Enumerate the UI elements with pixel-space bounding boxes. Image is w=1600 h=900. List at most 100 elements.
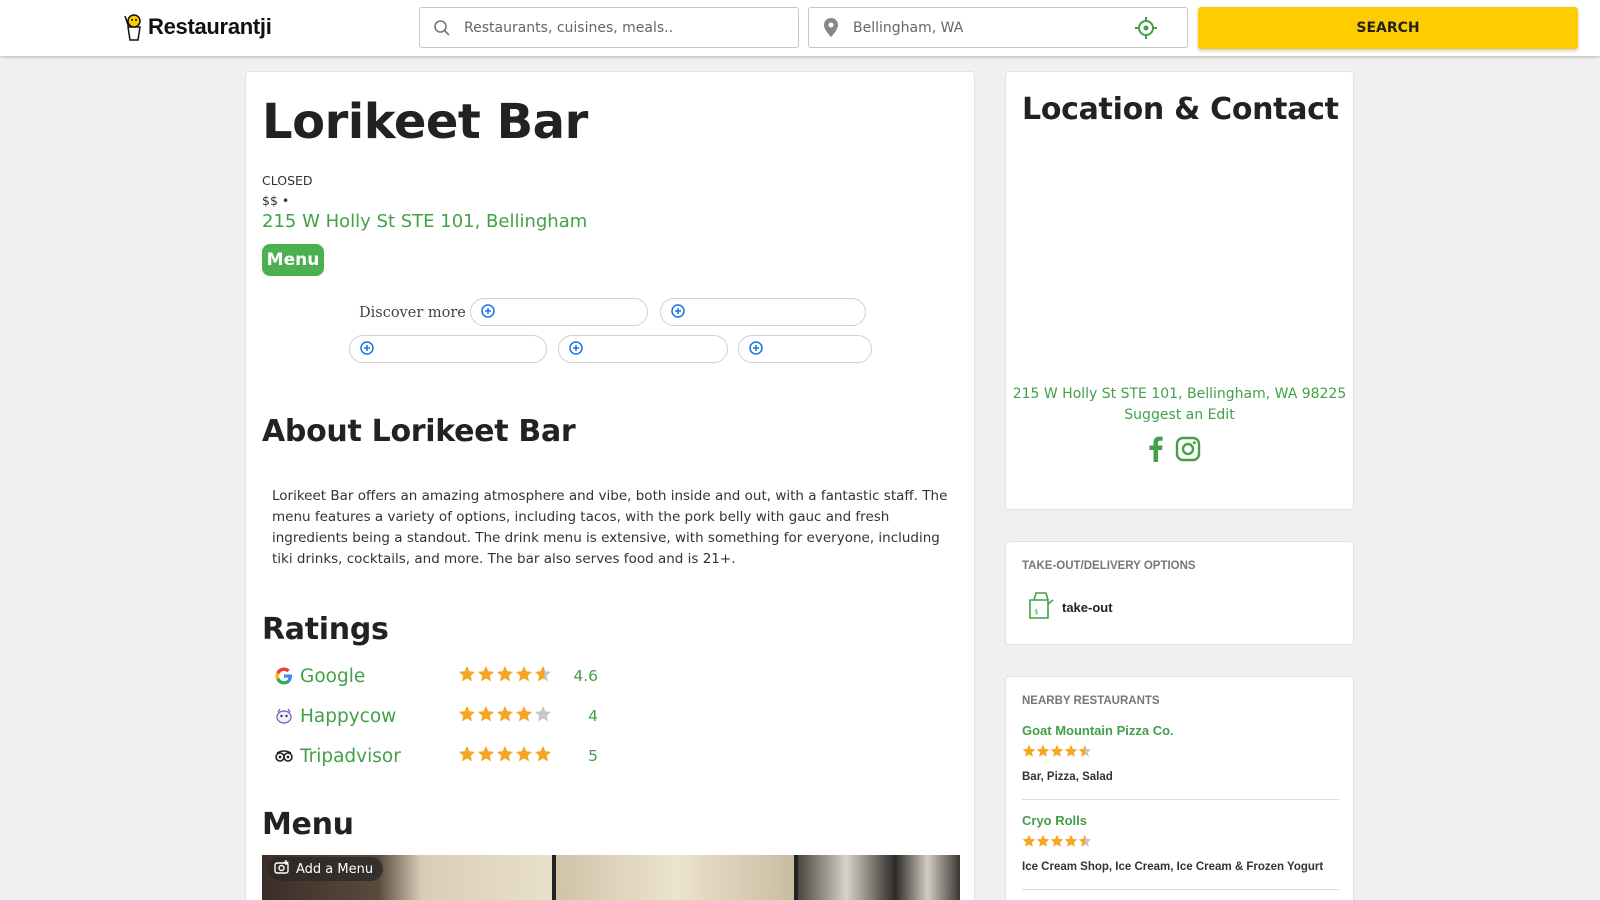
- plus-circle-icon: [749, 340, 763, 359]
- star-full-icon: [1036, 743, 1050, 762]
- star-full-icon: [477, 705, 495, 727]
- rating-row-happycow[interactable]: Happycow 4: [272, 701, 612, 731]
- location-contact-card: Location & Contact 215 W Holly St STE 10…: [1005, 71, 1354, 510]
- nearby-restaurant-name[interactable]: Goat Mountain Pizza Co.: [1022, 723, 1339, 738]
- about-heading: About Lorikeet Bar: [262, 414, 576, 449]
- nearby-list-item[interactable]: Goat Mountain Pizza Co. Bar, Pizza, Sala…: [1022, 723, 1339, 800]
- rating-value: 4.6: [573, 667, 598, 685]
- address-link[interactable]: 215 W Holly St STE 101, Bellingham: [262, 211, 587, 232]
- takeout-option: $ take-out: [1026, 590, 1113, 624]
- nearby-categories: Bar, Pizza, Salad: [1022, 771, 1113, 783]
- plus-circle-icon: [360, 340, 374, 359]
- star-full-icon: [458, 705, 476, 727]
- star-full-icon: [458, 665, 476, 687]
- star-full-icon: [515, 705, 533, 727]
- nearby-restaurant-name[interactable]: Cryo Rolls: [1022, 813, 1339, 828]
- star-rating: [458, 745, 558, 767]
- search-placeholder: Restaurants, cuisines, meals..: [464, 19, 674, 36]
- rating-row-google[interactable]: Google 4.6: [272, 661, 612, 691]
- nearby-restaurants-card: NEARBY RESTAURANTS Goat Mountain Pizza C…: [1005, 676, 1354, 900]
- social-links: [1149, 436, 1201, 466]
- site-logo[interactable]: Restaurantji: [122, 10, 272, 44]
- star-rating: [1022, 743, 1339, 762]
- star-full-icon: [515, 665, 533, 687]
- discover-pill[interactable]: [558, 335, 728, 363]
- rating-source: Tripadvisor: [300, 745, 401, 767]
- location-input[interactable]: Bellingham, WA: [808, 7, 1188, 48]
- star-full-icon: [515, 745, 533, 767]
- instagram-icon[interactable]: [1175, 436, 1201, 466]
- star-full-icon: [458, 745, 476, 767]
- star-full-icon: [496, 705, 514, 727]
- takeout-option-label: take-out: [1062, 599, 1113, 615]
- current-location-icon[interactable]: [1135, 17, 1157, 43]
- list-divider: [1022, 799, 1339, 800]
- add-menu-button[interactable]: Add a Menu: [268, 857, 384, 881]
- google-icon: [272, 664, 296, 688]
- location-heading: Location & Contact: [1022, 92, 1339, 127]
- discover-more-label: Discover more: [359, 305, 466, 321]
- discover-pill[interactable]: [470, 298, 648, 326]
- nearby-list-item[interactable]: Cryo Rolls Ice Cream Shop, Ice Cream, Ic…: [1022, 813, 1339, 890]
- list-divider: [1022, 889, 1339, 890]
- search-icon: [420, 8, 464, 47]
- star-partial-icon: [1078, 743, 1092, 762]
- takeout-section-label: TAKE-OUT/DELIVERY OPTIONS: [1022, 560, 1196, 572]
- star-full-icon: [1064, 743, 1078, 762]
- plus-circle-icon: [569, 340, 583, 359]
- search-button[interactable]: SEARCH: [1198, 7, 1578, 49]
- map-pin-icon: [809, 8, 853, 47]
- tripadvisor-icon: [272, 744, 296, 768]
- logo-text: Restaurantji: [148, 14, 272, 39]
- star-full-icon: [1050, 833, 1064, 852]
- rating-source: Google: [300, 665, 366, 687]
- menu-photo[interactable]: [798, 855, 960, 900]
- plus-circle-icon: [671, 303, 685, 322]
- star-full-icon: [1064, 833, 1078, 852]
- star-full-icon: [477, 745, 495, 767]
- star-full-icon: [496, 665, 514, 687]
- star-full-icon: [1036, 833, 1050, 852]
- restaurant-search-input[interactable]: Restaurants, cuisines, meals..: [419, 7, 799, 48]
- star-full-icon: [1022, 833, 1036, 852]
- add-photo-icon: [274, 860, 290, 878]
- svg-text:$: $: [1034, 608, 1038, 616]
- menu-photo[interactable]: [556, 855, 794, 900]
- rating-value: 5: [588, 747, 598, 765]
- star-rating: [1022, 833, 1339, 852]
- star-partial-icon: [1078, 833, 1092, 852]
- restaurant-main-panel: Lorikeet Bar CLOSED $$ • 215 W Holly St …: [245, 71, 975, 900]
- facebook-icon[interactable]: [1149, 436, 1163, 466]
- star-empty-icon: [534, 705, 552, 727]
- rating-row-tripadvisor[interactable]: Tripadvisor 5: [272, 741, 612, 771]
- location-value: Bellingham, WA: [853, 19, 964, 36]
- discover-pill[interactable]: [660, 298, 866, 326]
- star-rating: [458, 705, 558, 727]
- star-full-icon: [1050, 743, 1064, 762]
- nearby-categories: Ice Cream Shop, Ice Cream, Ice Cream & F…: [1022, 861, 1324, 873]
- logo-mascot-icon: [122, 12, 146, 42]
- star-partial-icon: [534, 665, 552, 687]
- star-full-icon: [477, 665, 495, 687]
- star-full-icon: [534, 745, 552, 767]
- plus-circle-icon: [481, 303, 495, 322]
- menu-heading: Menu: [262, 807, 354, 842]
- page-title: Lorikeet Bar: [262, 94, 588, 150]
- discover-pill[interactable]: [349, 335, 547, 363]
- star-full-icon: [1022, 743, 1036, 762]
- takeout-options-card: TAKE-OUT/DELIVERY OPTIONS $ take-out: [1005, 541, 1354, 645]
- star-full-icon: [496, 745, 514, 767]
- discover-pill[interactable]: [738, 335, 872, 363]
- nearby-section-label: NEARBY RESTAURANTS: [1022, 695, 1160, 707]
- menu-photo-strip[interactable]: Add a Menu: [262, 855, 960, 900]
- add-menu-label: Add a Menu: [296, 861, 374, 877]
- menu-button[interactable]: Menu: [262, 244, 324, 276]
- ratings-heading: Ratings: [262, 612, 389, 647]
- full-address-link[interactable]: 215 W Holly St STE 101, Bellingham, WA 9…: [1006, 386, 1353, 402]
- rating-value: 4: [588, 707, 598, 725]
- price-range: $$ •: [262, 193, 290, 208]
- happycow-icon: [272, 704, 296, 728]
- star-rating: [458, 665, 558, 687]
- open-status: CLOSED: [262, 173, 313, 188]
- suggest-edit-link[interactable]: Suggest an Edit: [1006, 407, 1353, 423]
